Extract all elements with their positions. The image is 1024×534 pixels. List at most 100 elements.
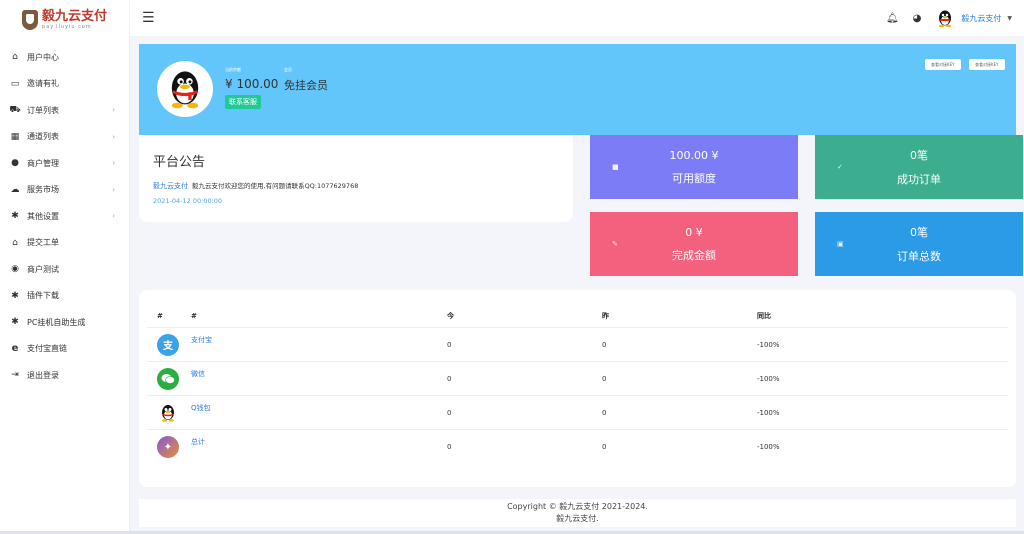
announcement-title: 平台公告 xyxy=(153,155,206,170)
e-icon: e xyxy=(11,343,19,355)
tile-success-orders: ✓ 0笔 成功订单 xyxy=(815,135,1023,199)
briefcase-icon: ▣ xyxy=(837,240,844,248)
chevron-right-icon: › xyxy=(112,212,115,221)
sidebar-item-invite[interactable]: ▭ 邀请有礼 xyxy=(0,71,129,98)
monitor-icon: ▭ xyxy=(10,78,20,89)
logout-icon: ⇥ xyxy=(11,370,19,381)
chevron-right-icon: › xyxy=(112,159,115,168)
yesterday-value: 0 xyxy=(602,374,607,383)
sidebar-item-plugins[interactable]: ✱ 插件下载 xyxy=(0,283,129,310)
palette-icon[interactable]: ◕ xyxy=(913,13,922,24)
today-value: 0 xyxy=(447,408,452,417)
header-ratio: 同比 xyxy=(757,311,771,320)
sidebar-nav: ⌂ 用户中心 ▭ 邀请有礼 ⛟ 订单列表 › ▦ 通道列表 › ● 商户管理 › ☁ 服务市场 › … xyxy=(0,44,129,389)
header-today: 今 xyxy=(447,311,454,320)
yesterday-value: 0 xyxy=(602,443,607,451)
tile-completed-amount: ✎ 0 ¥ 完成金额 xyxy=(590,212,798,276)
home-icon: ⌂ xyxy=(12,52,18,63)
sidebar-item-pc-generate[interactable]: ✱ PC挂机自助生成 xyxy=(0,309,129,336)
sidebar-item-label: 订单列表 xyxy=(27,105,59,115)
wallet-icon: ■ xyxy=(612,163,619,171)
sidebar-item-label: 商户测试 xyxy=(27,264,59,274)
sidebar-item-label: 支付宝直链 xyxy=(27,344,67,354)
tile-label: 成功订单 xyxy=(897,173,941,186)
caret-down-icon: ▼ xyxy=(1007,14,1012,22)
sidebar-item-label: 商户管理 xyxy=(27,158,59,168)
sidebar-item-channels[interactable]: ▦ 通道列表 › xyxy=(0,124,129,151)
sidebar-item-settings[interactable]: ✱ 其他设置 › xyxy=(0,203,129,230)
sidebar-item-alipay-link[interactable]: e 支付宝直链 xyxy=(0,336,129,363)
announcement-body: 毅九云支付欢迎您的使用,有问题请联系QQ:1077629768 xyxy=(192,182,359,190)
table-header: # # 今 昨 同比 xyxy=(147,304,1008,328)
sidebar-item-logout[interactable]: ⇥ 退出登录 xyxy=(0,362,129,389)
user-name: 毅九云支付 xyxy=(961,13,1002,23)
shield-logo-icon xyxy=(21,10,38,30)
tile-total-orders: ▣ 0笔订单总数 xyxy=(815,212,1023,276)
home-outline-icon: ⌂ xyxy=(12,237,18,248)
channel-name[interactable]: 总计 xyxy=(191,437,205,447)
tile-value: 0 ¥ xyxy=(685,225,703,239)
sidebar-item-label: PC挂机自助生成 xyxy=(27,317,86,327)
sidebar-item-merchant[interactable]: ● 商户管理 › xyxy=(0,150,129,177)
sidebar-item-label: 退出登录 xyxy=(27,370,59,380)
channel-name[interactable]: 微信 xyxy=(191,369,205,379)
sidebar-item-market[interactable]: ☁ 服务市场 › xyxy=(0,177,129,204)
sidebar-item-label: 其他设置 xyxy=(27,211,59,221)
sidebar-item-label: 邀请有礼 xyxy=(27,79,59,89)
channel-name[interactable]: Q钱包 xyxy=(191,403,211,413)
check-icon: ✓ xyxy=(837,163,843,171)
grid-icon: ▦ xyxy=(10,131,20,142)
today-value: 0 xyxy=(447,340,452,349)
ratio-value: -100% xyxy=(757,340,780,349)
cloud-icon: ☁ xyxy=(10,184,20,195)
ratio-value: -100% xyxy=(757,408,780,417)
channel-name[interactable]: 支付宝 xyxy=(191,335,212,345)
user-menu[interactable]: 毅九云支付 ▼ xyxy=(935,8,1012,28)
sidebar: 毅九云支付 pay.lluyiu.com ⌂ 用户中心 ▭ 邀请有礼 ⛟ 订单列表 › … xyxy=(0,0,130,534)
announcement-brand[interactable]: 毅九云支付 xyxy=(153,182,188,190)
qq-icon xyxy=(157,402,179,424)
user-icon: ● xyxy=(11,158,19,169)
member-label: 会员 xyxy=(284,67,292,72)
hamburger-menu-icon[interactable]: ☰ xyxy=(142,10,155,26)
sidebar-item-orders[interactable]: ⛟ 订单列表 › xyxy=(0,97,129,124)
wechat-icon xyxy=(157,367,179,390)
avatar xyxy=(939,10,952,28)
member-value: 免挂会员 xyxy=(284,79,328,92)
yesterday-value: 0 xyxy=(602,408,607,417)
table-row: ✦ 总计 0 0 -100% xyxy=(147,430,1008,464)
qq-penguin-icon xyxy=(171,71,199,109)
tile-value: 0笔 xyxy=(910,226,928,239)
cart-icon: ⛟ xyxy=(9,104,21,115)
contact-support-button[interactable]: 联系客服 xyxy=(225,95,261,109)
bell-icon[interactable]: 🔔︎ xyxy=(886,13,899,24)
sidebar-item-ticket[interactable]: ⌂ 提交工单 xyxy=(0,230,129,257)
tile-label: 可用额度 xyxy=(672,171,716,185)
header-index: # xyxy=(157,311,163,320)
logo[interactable]: 毅九云支付 pay.lluyiu.com xyxy=(0,0,129,40)
today-value: 0 xyxy=(447,374,452,383)
sidebar-item-label: 服务市场 xyxy=(27,185,59,195)
view-key-button-1[interactable]: 查看对接KEY xyxy=(925,59,961,70)
ratio-value: -100% xyxy=(757,443,780,451)
gear-icon: ✱ xyxy=(11,317,19,328)
table-row: Q钱包 0 0 -100% xyxy=(147,396,1008,430)
balance-value: ¥ 100.00 xyxy=(225,77,279,91)
header-yesterday: 昨 xyxy=(602,311,609,320)
sidebar-item-test[interactable]: ◉ 商户测试 xyxy=(0,256,129,283)
avatar xyxy=(157,61,213,117)
channel-stats-table: # # 今 昨 同比 支 支付宝 0 0 -100% 微信 0 0 -100% xyxy=(139,290,1016,487)
balance-label: 当前余额 xyxy=(225,67,241,72)
announcement-date: 2021-04-12 00:00:00 xyxy=(153,197,223,205)
sidebar-item-user-center[interactable]: ⌂ 用户中心 xyxy=(0,44,129,71)
view-key-button-2[interactable]: 查看对接KEY xyxy=(969,59,1005,70)
tile-available-balance: ■ 100.00 ¥ 可用额度 xyxy=(590,135,798,199)
copyright-text: Copyright © 毅九云支付 2021-2024. xyxy=(507,502,648,511)
sidebar-item-label: 用户中心 xyxy=(27,52,59,62)
gear-icon: ✱ xyxy=(11,290,19,301)
tile-label: 订单总数 xyxy=(897,250,941,263)
chevron-right-icon: › xyxy=(112,185,115,194)
chevron-right-icon: › xyxy=(112,106,115,115)
alipay-icon: 支 xyxy=(157,333,179,356)
header-channel: # xyxy=(191,311,197,320)
